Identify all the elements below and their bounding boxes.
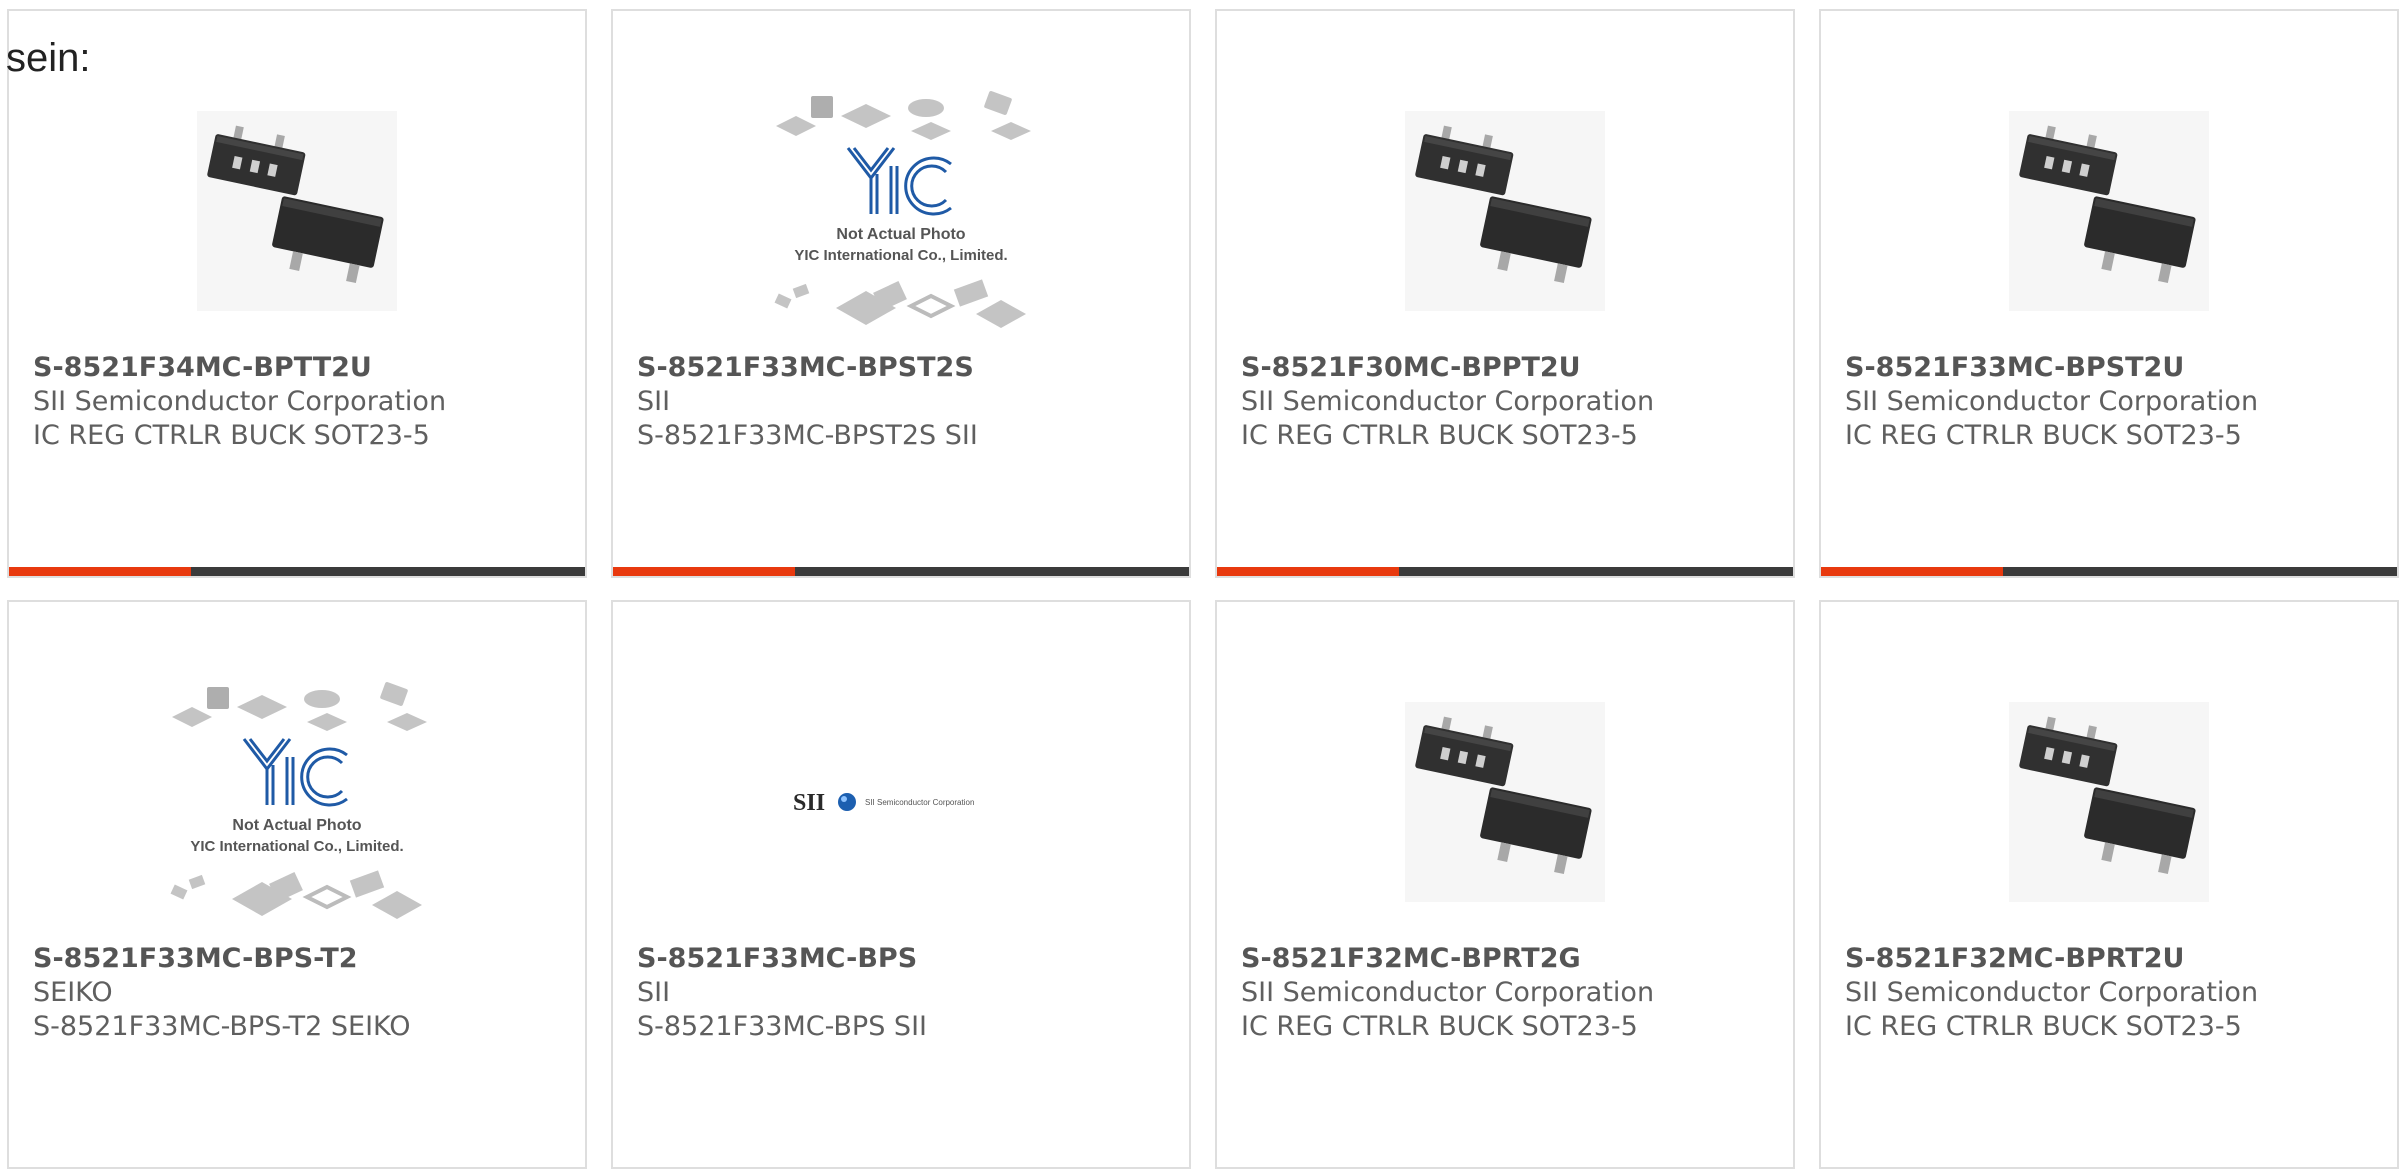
product-image[interactable] bbox=[1974, 81, 2244, 341]
manufacturer: SII Semiconductor Corporation bbox=[1845, 386, 2259, 417]
product-info: S-8521F33MC-BPST2S SII S-8521F33MC-BPST2… bbox=[637, 351, 1173, 453]
product-image[interactable] bbox=[1974, 672, 2244, 932]
svg-text:YIC International Co., Limited: YIC International Co., Limited. bbox=[190, 838, 403, 855]
part-number[interactable]: S-8521F32MC-BPRT2U bbox=[1845, 942, 2381, 976]
product-card[interactable]: S-8521F33MC-BPST2U SII Semiconductor Cor… bbox=[1819, 9, 2399, 578]
svg-text:Not Actual Photo: Not Actual Photo bbox=[836, 226, 965, 243]
description: IC REG CTRLR BUCK SOT23-5 bbox=[1845, 1011, 2242, 1042]
manufacturer: SII bbox=[637, 386, 671, 417]
description: IC REG CTRLR BUCK SOT23-5 bbox=[1845, 420, 2242, 451]
part-number[interactable]: S-8521F30MC-BPPT2U bbox=[1241, 351, 1777, 385]
manufacturer: SII Semiconductor Corporation bbox=[1241, 977, 1655, 1008]
product-info: S-8521F33MC-BPS-T2 SEIKO S-8521F33MC-BPS… bbox=[33, 942, 569, 1044]
manufacturer: SII bbox=[637, 977, 671, 1008]
description: S-8521F33MC-BPS SII bbox=[637, 1011, 927, 1042]
description: S-8521F33MC-BPST2S SII bbox=[637, 420, 978, 451]
description: IC REG CTRLR BUCK SOT23-5 bbox=[1241, 420, 1638, 451]
product-card[interactable]: S-8521F32MC-BPRT2U SII Semiconductor Cor… bbox=[1819, 600, 2399, 1169]
product-card[interactable]: Not Actual Photo YIC International Co., … bbox=[7, 600, 587, 1169]
part-number[interactable]: S-8521F33MC-BPS bbox=[637, 942, 1173, 976]
product-info: S-8521F33MC-BPST2U SII Semiconductor Cor… bbox=[1845, 351, 2381, 453]
product-info: S-8521F34MC-BPTT2U SII Semiconductor Cor… bbox=[33, 351, 569, 453]
card-accent-bar bbox=[9, 567, 585, 576]
description: S-8521F33MC-BPS-T2 SEIKO bbox=[33, 1011, 411, 1042]
svg-text:SII: SII bbox=[793, 790, 825, 816]
product-card[interactable]: S-8521F34MC-BPTT2U SII Semiconductor Cor… bbox=[7, 9, 587, 578]
svg-text:YIC International Co., Limited: YIC International Co., Limited. bbox=[794, 247, 1007, 264]
svg-text:SII Semiconductor Corporation: SII Semiconductor Corporation bbox=[865, 798, 974, 807]
manufacturer: SEIKO bbox=[33, 977, 113, 1008]
description: IC REG CTRLR BUCK SOT23-5 bbox=[33, 420, 430, 451]
product-info: S-8521F32MC-BPRT2G SII Semiconductor Cor… bbox=[1241, 942, 1777, 1044]
svg-text:Not Actual Photo: Not Actual Photo bbox=[232, 817, 361, 834]
product-info: S-8521F30MC-BPPT2U SII Semiconductor Cor… bbox=[1241, 351, 1777, 453]
manufacturer: SII Semiconductor Corporation bbox=[1845, 977, 2259, 1008]
card-accent-bar bbox=[1821, 567, 2397, 576]
product-info: S-8521F32MC-BPRT2U SII Semiconductor Cor… bbox=[1845, 942, 2381, 1044]
product-image[interactable]: Not Actual Photo YIC International Co., … bbox=[162, 672, 432, 932]
product-image[interactable]: SII SII Semiconductor Corporation bbox=[766, 672, 1036, 932]
product-image[interactable] bbox=[1370, 672, 1640, 932]
part-number[interactable]: S-8521F33MC-BPS-T2 bbox=[33, 942, 569, 976]
product-card[interactable]: S-8521F30MC-BPPT2U SII Semiconductor Cor… bbox=[1215, 9, 1795, 578]
manufacturer: SII Semiconductor Corporation bbox=[33, 386, 447, 417]
part-number[interactable]: S-8521F33MC-BPST2S bbox=[637, 351, 1173, 385]
part-number[interactable]: S-8521F33MC-BPST2U bbox=[1845, 351, 2381, 385]
card-accent-bar bbox=[1217, 567, 1793, 576]
product-card[interactable]: Not Actual Photo YIC International Co., … bbox=[611, 9, 1191, 578]
product-info: S-8521F33MC-BPS SII S-8521F33MC-BPS SII bbox=[637, 942, 1173, 1044]
product-grid: S-8521F34MC-BPTT2U SII Semiconductor Cor… bbox=[7, 9, 2399, 1169]
part-number[interactable]: S-8521F34MC-BPTT2U bbox=[33, 351, 569, 385]
card-accent-bar bbox=[613, 567, 1189, 576]
manufacturer: SII Semiconductor Corporation bbox=[1241, 386, 1655, 417]
product-card[interactable]: SII SII Semiconductor Corporation S-8521… bbox=[611, 600, 1191, 1169]
product-image[interactable]: Not Actual Photo YIC International Co., … bbox=[766, 81, 1036, 341]
intro-text: sein: bbox=[6, 36, 91, 80]
product-card[interactable]: S-8521F32MC-BPRT2G SII Semiconductor Cor… bbox=[1215, 600, 1795, 1169]
product-image[interactable] bbox=[1370, 81, 1640, 341]
product-image[interactable] bbox=[162, 81, 432, 341]
part-number[interactable]: S-8521F32MC-BPRT2G bbox=[1241, 942, 1777, 976]
description: IC REG CTRLR BUCK SOT23-5 bbox=[1241, 1011, 1638, 1042]
